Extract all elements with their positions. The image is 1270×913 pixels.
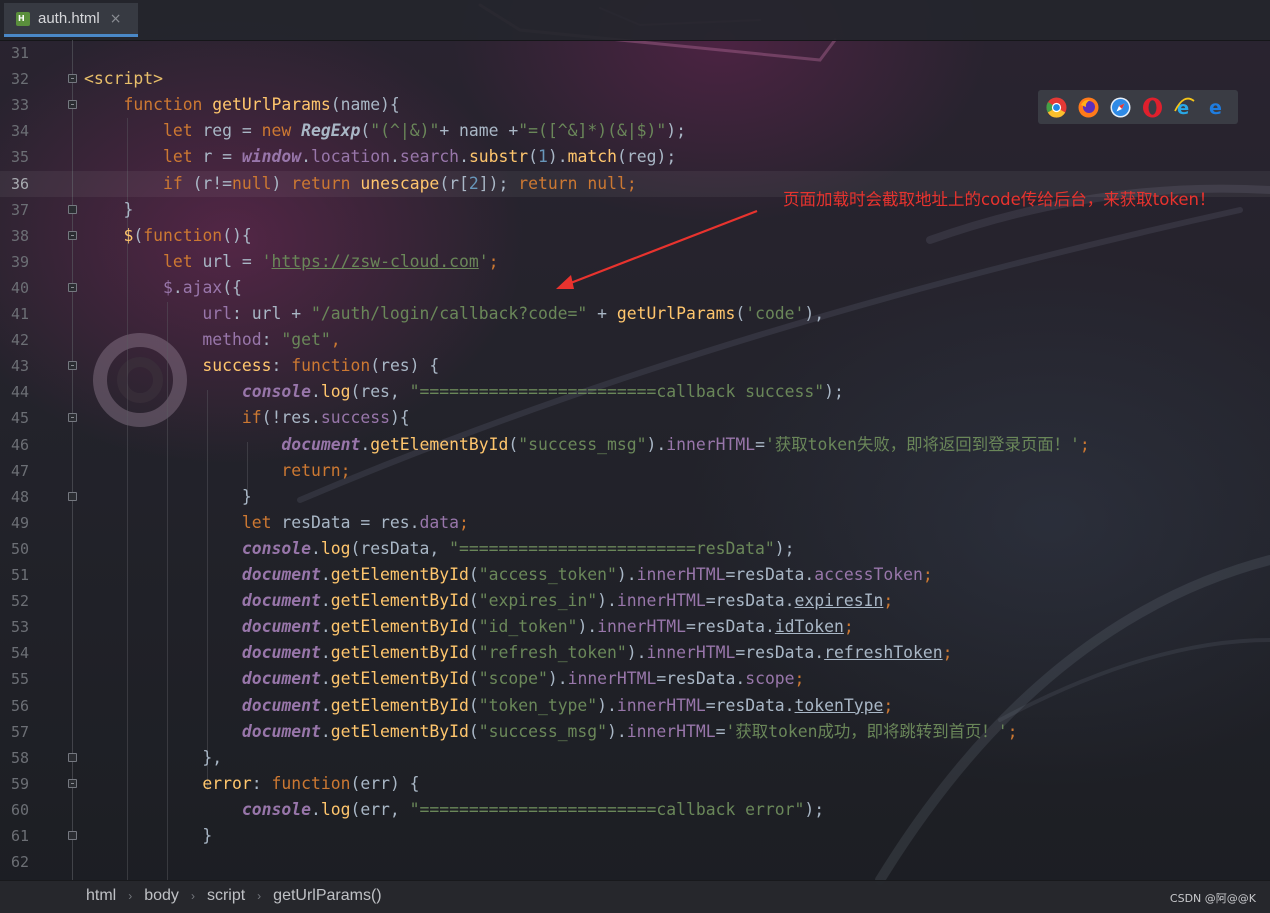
chevron-right-icon: › bbox=[190, 889, 195, 903]
breadcrumb-item-function[interactable]: getUrlParams() bbox=[273, 887, 381, 905]
breadcrumb: html › body › script › getUrlParams() bbox=[86, 887, 382, 905]
breadcrumb-item-html[interactable]: html bbox=[86, 887, 116, 905]
watermark: CSDN @阿@@K bbox=[1169, 892, 1256, 905]
annotation-arrow bbox=[556, 209, 758, 289]
chevron-right-icon: › bbox=[128, 889, 133, 903]
breadcrumb-item-script[interactable]: script bbox=[207, 887, 245, 905]
chevron-right-icon: › bbox=[257, 889, 262, 903]
breadcrumb-bar: html › body › script › getUrlParams() CS… bbox=[0, 880, 1270, 913]
breadcrumb-item-body[interactable]: body bbox=[144, 887, 179, 905]
